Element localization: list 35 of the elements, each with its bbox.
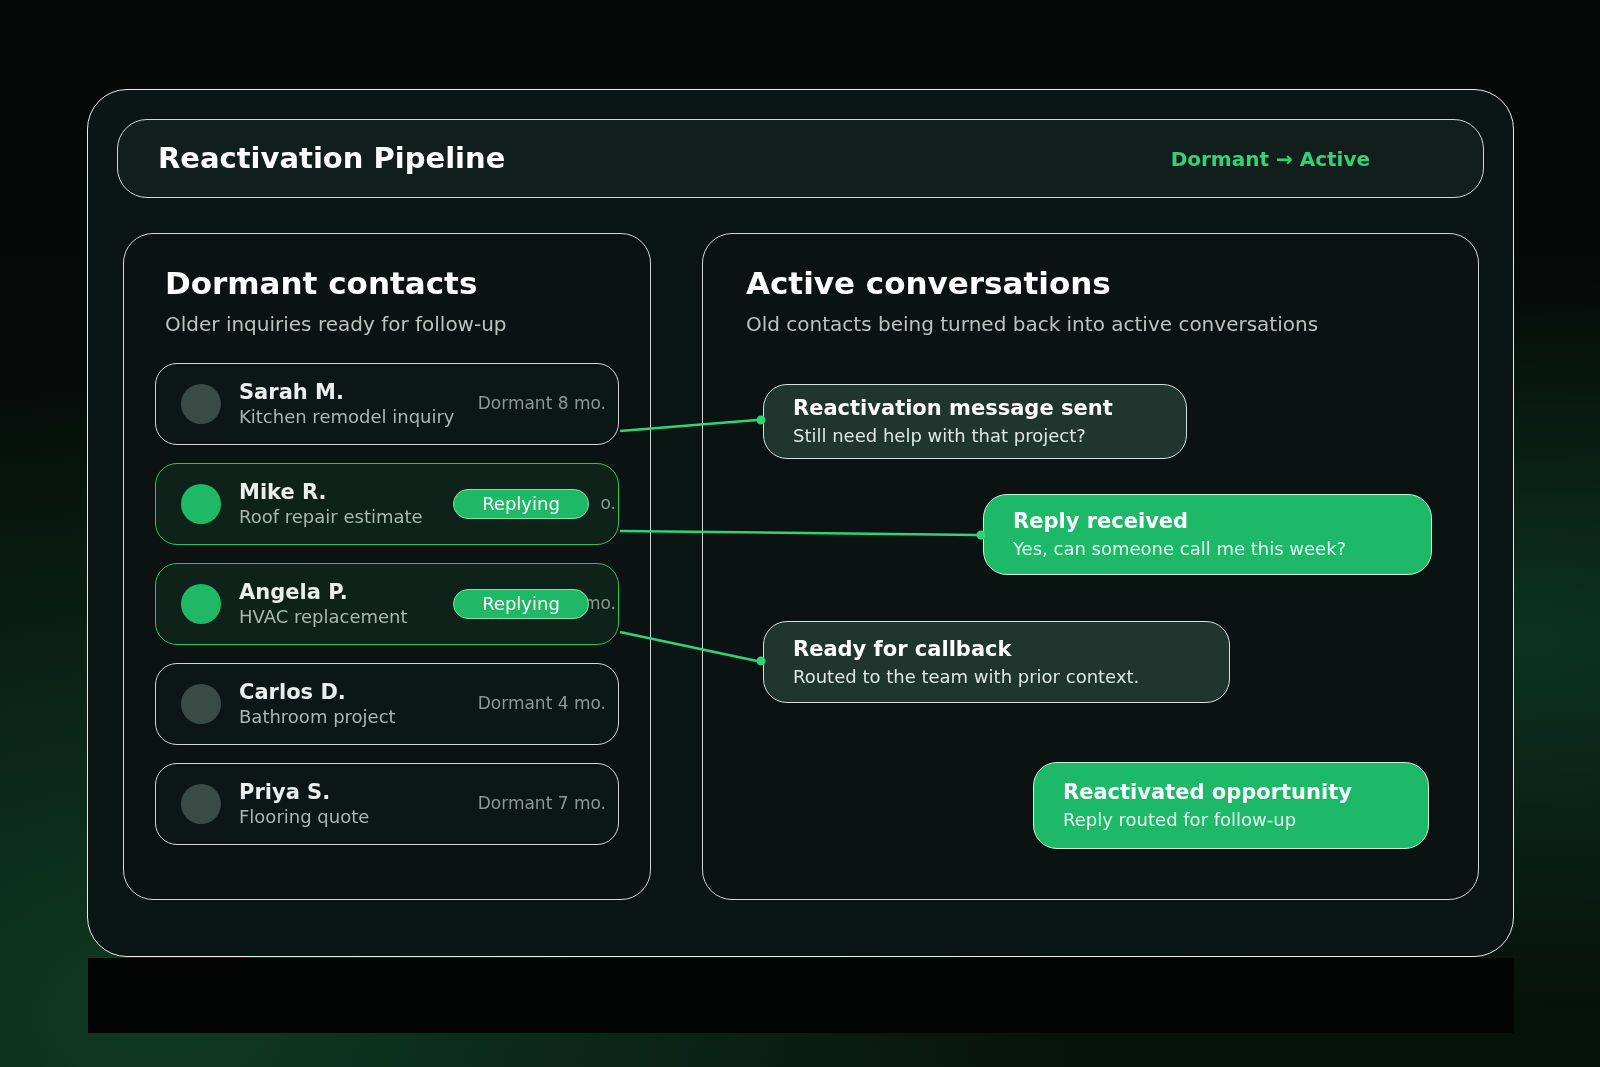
contact-name: Priya S.	[239, 779, 332, 806]
panel-title: Dormant contacts	[165, 264, 479, 303]
panel-title: Active conversations	[746, 264, 1112, 303]
panel-subtitle: Older inquiries ready for follow-up	[165, 310, 508, 338]
contact-detail: Roof repair estimate	[239, 505, 423, 529]
panel-subtitle: Old contacts being turned back into active conversations	[746, 310, 1320, 338]
avatar-icon	[181, 583, 221, 624]
stage-detail: Yes, can someone call me this week?	[1013, 538, 1348, 561]
contact-name: Sarah M.	[239, 379, 345, 406]
dormant-duration: Dormant 4 mo.	[477, 692, 606, 715]
contact-detail: HVAC replacement	[239, 605, 408, 629]
contact-name: Carlos D.	[239, 679, 347, 706]
contact-detail: Kitchen remodel inquiry	[239, 405, 455, 429]
avatar-icon	[181, 783, 221, 824]
pipeline-title: Reactivation Pipeline	[158, 139, 506, 177]
contact-detail: Bathroom project	[239, 705, 396, 729]
stage-title: Reactivation message sent	[793, 395, 1114, 422]
dormant-duration: o.	[600, 492, 616, 515]
dormant-duration: Dormant 7 mo.	[477, 792, 606, 815]
flow-label: Dormant → Active	[1170, 145, 1370, 173]
stage-title: Reactivated opportunity	[1063, 779, 1353, 806]
stage-title: Reply received	[1013, 508, 1190, 535]
status-badge: Replying	[453, 588, 589, 619]
stage-detail: Reply routed for follow-up	[1063, 809, 1298, 832]
contact-name: Angela P.	[239, 579, 349, 606]
dormant-duration: Dormant 8 mo.	[477, 392, 606, 415]
contact-name: Mike R.	[239, 479, 328, 506]
avatar-icon	[181, 383, 221, 424]
stage-detail: Still need help with that project?	[793, 425, 1087, 448]
stage-title: Ready for callback	[793, 635, 1013, 662]
avatar-icon	[181, 683, 221, 724]
contact-detail: Flooring quote	[239, 805, 370, 829]
stage-detail: Routed to the team with prior context.	[793, 665, 1141, 689]
status-badge: Replying	[453, 488, 589, 519]
avatar-icon	[181, 483, 221, 524]
